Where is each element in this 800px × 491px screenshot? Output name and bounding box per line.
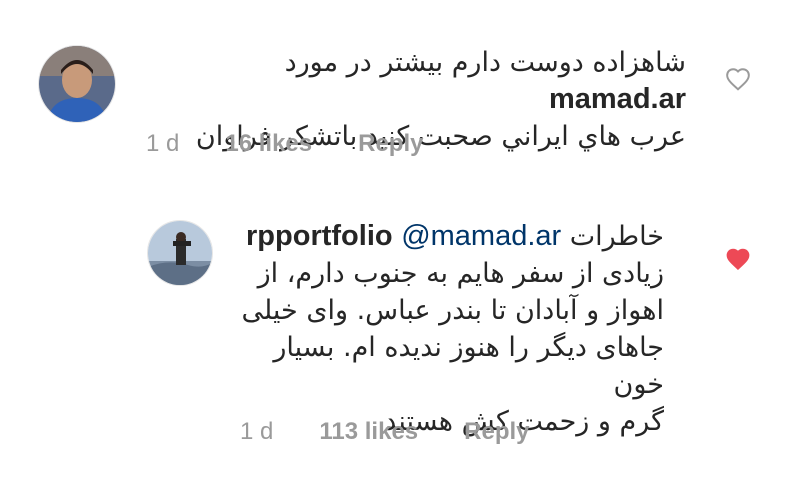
comment-item: شاهزاده دوست دارم بيشتر در مورد mamad.ar… xyxy=(0,0,800,180)
likes-count[interactable]: 113 likes xyxy=(319,418,418,446)
user-photo-icon xyxy=(148,221,212,285)
heart-outline-icon[interactable] xyxy=(725,67,751,91)
comment-time: 1 d xyxy=(146,130,180,157)
reply-button[interactable]: Reply xyxy=(464,418,529,446)
likes-count[interactable]: 16 likes xyxy=(225,130,312,158)
comment-first-line: شاهزاده دوست دارم بيشتر در مورد mamad.ar xyxy=(146,44,686,118)
reply-first-line: خاطرات @mamad.ar rpportfolio xyxy=(236,218,664,255)
avatar[interactable] xyxy=(147,220,213,286)
reply-button[interactable]: Reply xyxy=(358,130,423,158)
comment-text-line: زیادی از سفر هایم به جنوب دارم، از xyxy=(257,258,664,289)
comment-text-line: خاطرات xyxy=(569,221,664,252)
reply-item: خاطرات @mamad.ar rpportfolio زیادی از سف… xyxy=(0,180,800,491)
heart-filled-icon[interactable] xyxy=(725,247,751,271)
comment-text-line: اهواز و آبادان تا بندر عباس. وای خیلی xyxy=(241,295,664,326)
comment-username[interactable]: mamad.ar xyxy=(549,83,686,115)
user-photo-icon xyxy=(39,46,115,122)
comment-username[interactable]: rpportfolio xyxy=(246,220,393,252)
comment-text-line: شاهزاده دوست دارم بيشتر در مورد xyxy=(284,47,686,78)
comment-time: 1 d xyxy=(240,418,274,445)
comment-text-line: جاهای دیگر را هنوز ندیده ام. بسیار خون xyxy=(273,332,664,400)
comment-meta: 1 d 16 likes Reply xyxy=(146,130,423,158)
mention-link[interactable]: @mamad.ar xyxy=(401,220,561,252)
reply-text: خاطرات @mamad.ar rpportfolio زیادی از سف… xyxy=(236,218,664,440)
comment-meta: 1 d 113 likes Reply xyxy=(240,418,530,446)
avatar[interactable] xyxy=(38,45,116,123)
